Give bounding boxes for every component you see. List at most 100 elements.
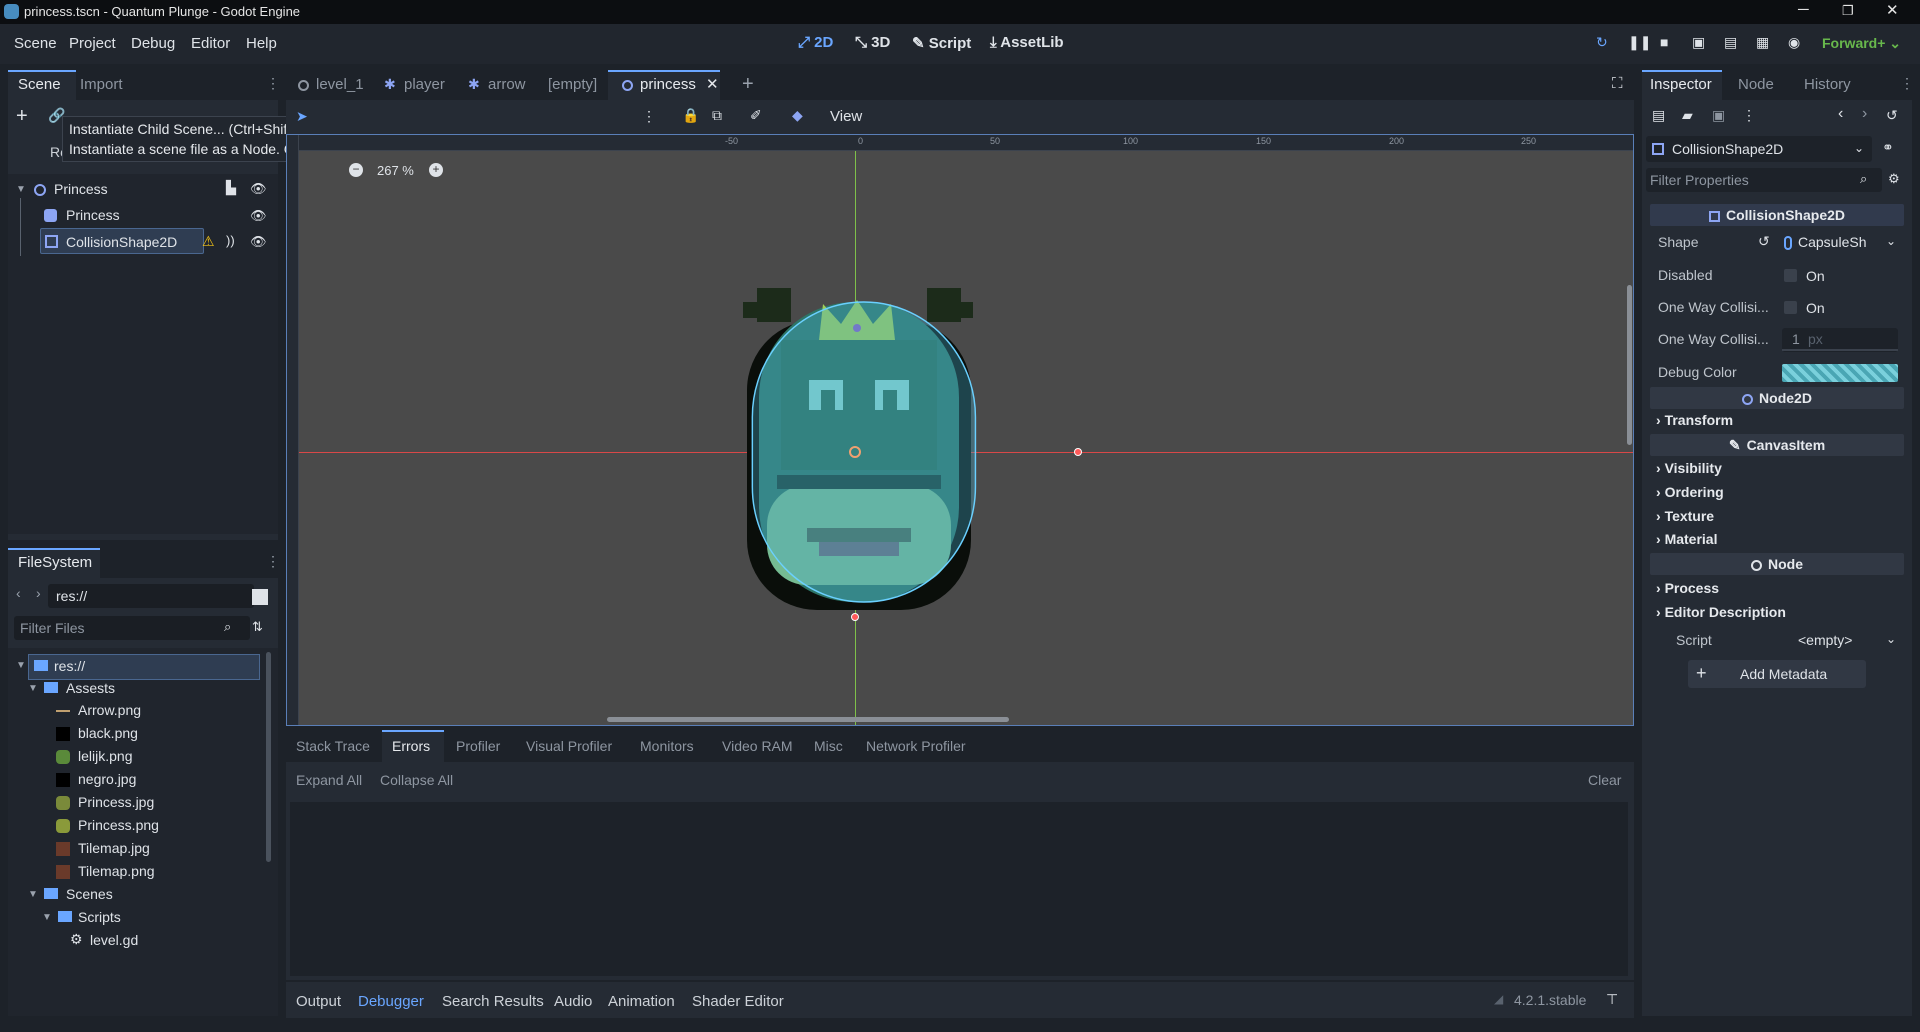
- run-custom-icon[interactable]: ▦: [1756, 34, 1776, 54]
- bottom-tab-debugger[interactable]: Debugger: [358, 993, 424, 1010]
- debugger-tab-network-profiler[interactable]: Network Profiler: [866, 738, 966, 754]
- scene-tab-princess[interactable]: princess: [640, 76, 696, 93]
- origin-handle[interactable]: [849, 446, 861, 458]
- menu-debug[interactable]: Debug: [131, 35, 175, 52]
- clear-button[interactable]: Clear: [1588, 772, 1621, 788]
- workspace-3d[interactable]: ⤡ 3D: [855, 34, 890, 51]
- one-way-margin-spinbox[interactable]: 1 px: [1782, 328, 1898, 352]
- debugger-tab-stack-trace[interactable]: Stack Trace: [296, 738, 370, 754]
- new-resource-icon[interactable]: ▤: [1652, 108, 1665, 122]
- file-item[interactable]: lelijk.png: [78, 748, 132, 764]
- filter-properties-input[interactable]: Filter Properties: [1646, 168, 1882, 192]
- workspace-2d[interactable]: ⤢ 2D: [798, 34, 833, 51]
- prop-shape-value[interactable]: CapsuleSh: [1798, 234, 1867, 250]
- file-item[interactable]: level.gd: [90, 932, 138, 948]
- menu-scene[interactable]: Scene: [14, 35, 57, 52]
- capsule-radius-handle[interactable]: [1074, 448, 1082, 456]
- more-icon[interactable]: ⋮: [642, 109, 656, 123]
- file-item[interactable]: black.png: [78, 725, 138, 741]
- prop-script-value[interactable]: <empty>: [1798, 632, 1852, 648]
- group-editor-description[interactable]: › Editor Description: [1656, 604, 1786, 620]
- visibility-eye-icon[interactable]: 👁: [250, 209, 267, 222]
- debugger-tab-profiler[interactable]: Profiler: [456, 738, 500, 754]
- search-icon[interactable]: ⌕: [224, 620, 231, 633]
- history-forward-icon[interactable]: ›: [1862, 106, 1867, 122]
- file-item[interactable]: Assests: [66, 680, 115, 696]
- tab-history[interactable]: History: [1804, 76, 1851, 93]
- distraction-free-icon[interactable]: ⛶: [1612, 76, 1623, 91]
- bottom-tab-audio[interactable]: Audio: [554, 993, 592, 1010]
- revert-icon[interactable]: ↺: [1758, 234, 1770, 248]
- remote-debug-icon[interactable]: ▣: [1692, 34, 1712, 54]
- debugger-tab-misc[interactable]: Misc: [814, 738, 843, 754]
- zoom-in-icon[interactable]: +: [429, 163, 443, 177]
- chevron-down-icon[interactable]: ▼: [16, 184, 26, 195]
- file-item[interactable]: res://: [54, 658, 85, 674]
- group-visibility[interactable]: › Visibility: [1656, 460, 1722, 476]
- file-item[interactable]: negro.jpg: [78, 771, 136, 787]
- file-item[interactable]: Princess.png: [78, 817, 159, 833]
- zoom-out-icon[interactable]: −: [349, 163, 363, 177]
- menu-help[interactable]: Help: [246, 35, 277, 52]
- bottom-tab-shader-editor[interactable]: Shader Editor: [692, 993, 784, 1010]
- filter-files-input[interactable]: Filter Files: [14, 616, 250, 640]
- minimize-icon[interactable]: ─: [1798, 1, 1809, 18]
- one-way-checkbox[interactable]: [1784, 301, 1797, 314]
- debugger-tab-errors[interactable]: Errors: [392, 738, 430, 754]
- dock-menu-icon[interactable]: ⋮: [266, 554, 280, 568]
- tab-scene[interactable]: Scene: [18, 76, 61, 93]
- group-process[interactable]: › Process: [1656, 580, 1719, 596]
- tab-inspector[interactable]: Inspector: [1650, 76, 1712, 93]
- debugger-tab-monitors[interactable]: Monitors: [640, 738, 694, 754]
- chevron-down-icon[interactable]: ▼: [28, 683, 38, 694]
- node-selector[interactable]: CollisionShape2D ⌄: [1646, 136, 1872, 162]
- movie-maker-icon[interactable]: ◉: [1788, 34, 1808, 54]
- bone-icon[interactable]: ✐: [750, 108, 762, 122]
- debugger-tab-visual-profiler[interactable]: Visual Profiler: [526, 738, 612, 754]
- run-scene-icon[interactable]: ▤: [1724, 34, 1744, 54]
- chevron-down-icon[interactable]: ⌄: [1886, 632, 1896, 646]
- workspace-assetlib[interactable]: ⤓ AssetLib: [990, 34, 1064, 51]
- vertical-scrollbar[interactable]: [1627, 285, 1632, 445]
- file-item[interactable]: Princess.jpg: [78, 794, 154, 810]
- layout-toggle-icon[interactable]: [252, 589, 268, 605]
- forward-icon[interactable]: ›: [36, 586, 41, 600]
- bottom-tab-animation[interactable]: Animation: [608, 993, 675, 1010]
- group-material[interactable]: › Material: [1656, 531, 1717, 547]
- stop-icon[interactable]: ■: [1660, 34, 1680, 54]
- script-attached-icon[interactable]: ▙: [226, 181, 236, 194]
- close-tab-icon[interactable]: ✕: [706, 77, 719, 92]
- add-metadata-button[interactable]: + Add Metadata: [1688, 660, 1866, 688]
- expand-panel-icon[interactable]: ⊤: [1606, 992, 1618, 1006]
- group-icon[interactable]: ⧉: [712, 108, 722, 122]
- menu-project[interactable]: Project: [69, 35, 116, 52]
- canvas-viewport[interactable]: -50 0 50 100 150 200 250 − 267 % +: [286, 134, 1634, 726]
- view-menu[interactable]: View: [830, 108, 862, 125]
- select-tool-icon[interactable]: ➤: [296, 109, 308, 123]
- doc-icon[interactable]: ⚭: [1882, 140, 1894, 154]
- bottom-tab-search-results[interactable]: Search Results: [442, 993, 544, 1010]
- scene-tab-arrow[interactable]: arrow: [488, 76, 526, 93]
- group-transform[interactable]: › Transform: [1656, 412, 1733, 428]
- tools-icon[interactable]: ⚙: [1888, 172, 1900, 185]
- signal-icon[interactable]: )): [226, 234, 235, 247]
- object-history-icon[interactable]: ↺: [1886, 108, 1898, 122]
- expand-all-button[interactable]: Expand All: [296, 772, 362, 788]
- workspace-script[interactable]: ✎ Script: [912, 34, 971, 52]
- sort-icon[interactable]: ⇅: [252, 620, 263, 633]
- renderer-select[interactable]: Forward+ ⌄: [1822, 35, 1901, 52]
- open-folder-icon[interactable]: ▰: [1682, 108, 1693, 122]
- camera-icon[interactable]: ◆: [792, 108, 803, 122]
- file-item[interactable]: Tilemap.jpg: [78, 840, 150, 856]
- search-icon[interactable]: ⌕: [1860, 172, 1867, 185]
- chevron-down-icon[interactable]: ▼: [42, 912, 52, 923]
- warning-icon[interactable]: ⚠: [202, 234, 215, 248]
- debug-color-swatch[interactable]: [1782, 364, 1898, 382]
- horizontal-scrollbar[interactable]: [607, 717, 1009, 722]
- history-back-icon[interactable]: ‹: [1838, 106, 1843, 122]
- dock-menu-icon[interactable]: ⋮: [1900, 76, 1914, 90]
- add-node-icon[interactable]: +: [16, 106, 28, 126]
- tab-import[interactable]: Import: [80, 76, 123, 93]
- tree-item-princess-root[interactable]: Princess: [54, 181, 108, 197]
- chevron-down-icon[interactable]: ⌄: [1886, 234, 1896, 248]
